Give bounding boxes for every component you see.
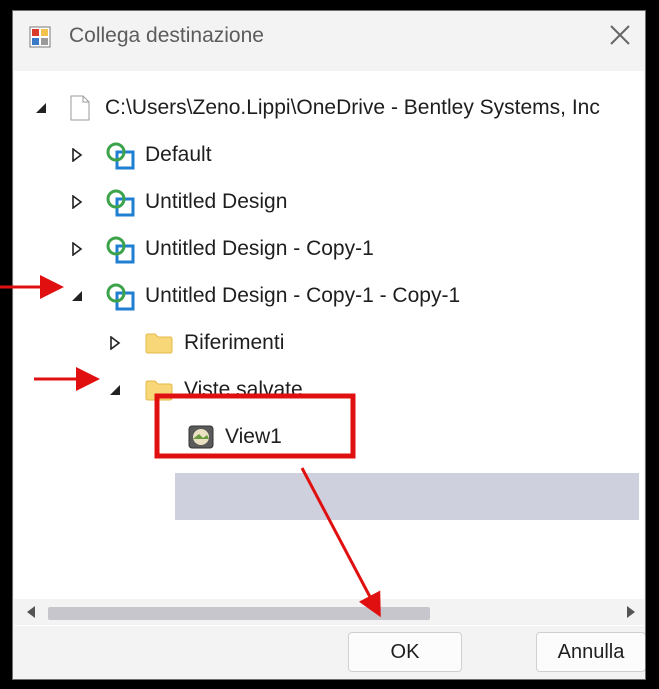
tree-node-label: Untitled Design [145,190,288,213]
tree-node-label: View1 [225,425,282,448]
expand-arrow-icon[interactable] [70,195,84,209]
app-icon [29,26,51,48]
close-icon[interactable] [607,22,633,48]
collapse-arrow-icon[interactable] [34,101,48,115]
expand-arrow-icon[interactable] [70,242,84,256]
selection-highlight [175,473,639,520]
tree-node-model[interactable]: Default [14,132,644,178]
tree-node-label: Viste salvate [184,378,303,401]
dialog-title: Collega destinazione [69,24,264,47]
tree-node-label: Default [145,143,212,166]
folder-icon [145,333,173,354]
model-icon [106,283,135,311]
tree-node-model[interactable]: Untitled Design - Copy-1 - Copy-1 [14,273,644,319]
tree-view[interactable]: C:\Users\Zeno.Lippi\OneDrive - Bentley S… [14,71,644,626]
tree-node-folder[interactable]: Viste salvate [14,367,644,413]
horizontal-scrollbar[interactable] [14,599,644,625]
tree-node-label: C:\Users\Zeno.Lippi\OneDrive - Bentley S… [105,96,600,119]
model-icon [106,142,135,170]
expand-arrow-icon[interactable] [70,148,84,162]
tree-node-model[interactable]: Untitled Design [14,179,644,225]
tree-node-view[interactable]: View1 [14,414,644,460]
file-icon [70,95,90,121]
collapse-arrow-icon[interactable] [70,289,84,303]
scroll-right-icon[interactable] [626,605,636,619]
tree-node-label: Untitled Design - Copy-1 [145,237,374,260]
tree-node-model[interactable]: Untitled Design - Copy-1 [14,226,644,272]
tree-node-folder[interactable]: Riferimenti [14,320,644,366]
model-icon [106,189,135,217]
scrollbar-thumb[interactable] [48,607,430,620]
tree-node-label: Untitled Design - Copy-1 - Copy-1 [145,284,461,307]
dialog-window: Collega destinazione C:\Users\Zeno.Lippi… [12,10,646,680]
saved-view-icon [188,425,214,449]
tree-node-root[interactable]: C:\Users\Zeno.Lippi\OneDrive - Bentley S… [14,85,644,131]
expand-arrow-icon[interactable] [108,336,122,350]
title-bar[interactable]: Collega destinazione [13,11,645,59]
ok-button[interactable]: OK [348,632,462,672]
model-icon [106,236,135,264]
scroll-left-icon[interactable] [26,605,36,619]
tree-node-label: Riferimenti [184,331,285,354]
cancel-button[interactable]: Annulla [536,632,645,672]
collapse-arrow-icon[interactable] [108,383,122,397]
folder-icon [145,380,173,401]
